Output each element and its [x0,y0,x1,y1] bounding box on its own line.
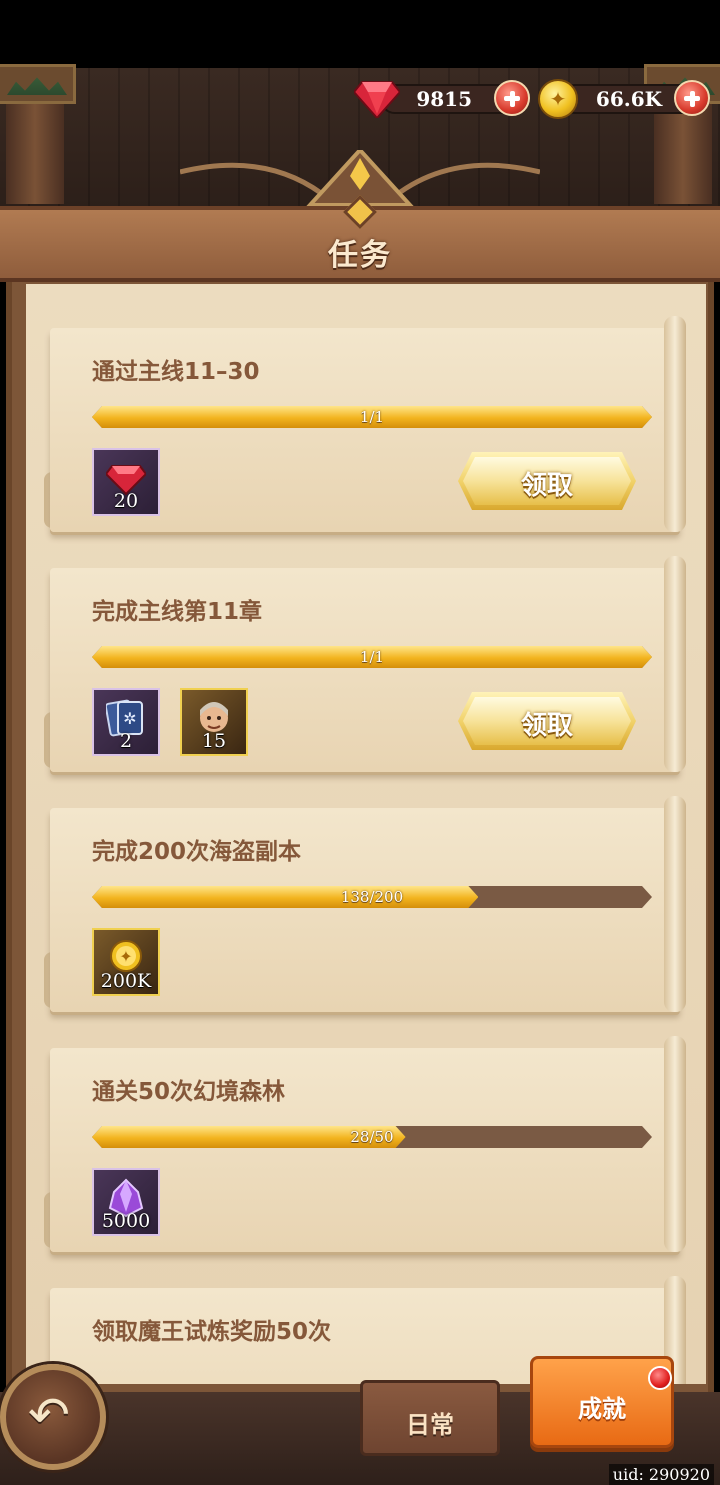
coin-icon [538,79,578,119]
task-title: 通关50次幻境森林 [92,1079,286,1105]
task-card: 通过主线11–30 1/1 20 领取 [44,316,686,532]
gems-value: 9815 [416,87,472,111]
claim-button[interactable]: 领取 [458,452,636,510]
progress-bar: 1/1 [92,646,652,668]
notification-dot-icon [648,1366,672,1390]
task-title: 完成200次海盗副本 [92,839,302,865]
progress-text: 1/1 [359,408,385,426]
progress-text: 1/1 [359,648,385,666]
status-bar [0,0,720,68]
svg-text:✦: ✦ [119,947,132,966]
back-arrow-icon: ↶ [28,1386,70,1444]
reward-qty: 15 [201,730,227,752]
progress-bar: 28/50 [92,1126,652,1148]
gem-icon [354,81,400,118]
task-title: 通过主线11–30 [92,359,260,385]
task-list[interactable]: 通过主线11–30 1/1 20 领取 完成主线第11章 1/1 ✲ 2 15 … [26,284,706,1384]
task-title: 完成主线第11章 [92,599,263,625]
page-title: 任务 [328,238,392,273]
progress-bar: 1/1 [92,406,652,428]
progress-text: 138/200 [340,888,404,906]
reward-item[interactable]: 15 [180,688,248,756]
title-bar: 任务 [0,195,720,282]
reward-item[interactable]: ✲ 2 [92,688,160,756]
task-card: 通关50次幻境森林 28/50 5000 [44,1036,686,1252]
tab-achievement-label: 成就 [578,1395,626,1423]
claim-label: 领取 [520,471,573,501]
uid-label: uid: 290920 [608,1464,714,1485]
pillar-left-decoration [0,64,76,204]
reward-item[interactable]: 5000 [92,1168,160,1236]
reward-qty: 5000 [101,1210,151,1232]
add-gems-button[interactable] [494,80,530,116]
reward-item[interactable]: ✦ 200K [92,928,160,996]
add-gold-button[interactable] [674,80,710,116]
task-list-frame: 通过主线11–30 1/1 20 领取 完成主线第11章 1/1 ✲ 2 15 … [6,282,714,1392]
progress-text: 28/50 [350,1128,394,1146]
task-card: 完成主线第11章 1/1 ✲ 2 15 领取 [44,556,686,772]
claim-button[interactable]: 领取 [458,692,636,750]
claim-label: 领取 [520,711,573,741]
progress-bar: 138/200 [92,886,652,908]
reward-qty: 20 [113,490,139,512]
reward-qty: 200K [100,970,152,992]
gold-value: 66.6K [595,87,662,111]
task-title: 领取魔王试炼奖励50次 [92,1319,332,1345]
reward-item[interactable]: 20 [92,448,160,516]
task-card: 完成200次海盗副本 138/200 ✦ 200K [44,796,686,1012]
tab-daily-label: 日常 [406,1411,454,1439]
tab-daily[interactable]: 日常 [360,1380,500,1456]
svg-text:✲: ✲ [123,709,136,728]
back-button[interactable]: ↶ [0,1364,106,1470]
reward-qty: 2 [119,730,133,752]
